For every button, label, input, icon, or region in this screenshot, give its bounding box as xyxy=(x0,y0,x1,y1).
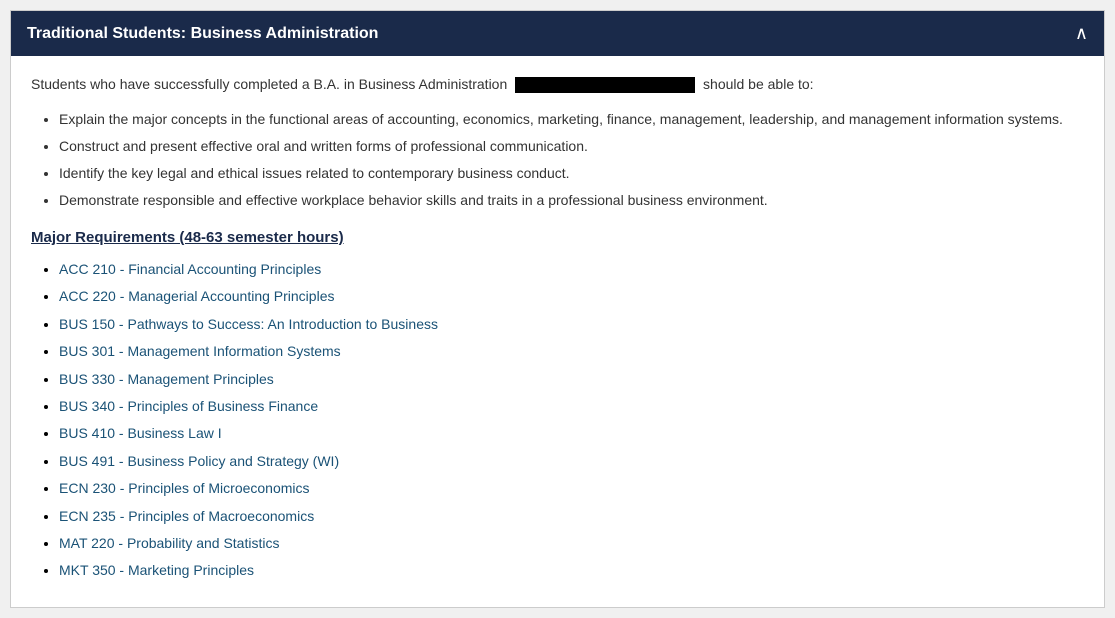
redacted-block xyxy=(515,77,695,93)
panel-body: Students who have successfully completed… xyxy=(11,56,1104,607)
outcomes-list: Explain the major concepts in the functi… xyxy=(31,109,1084,211)
list-item: ECN 230 - Principles of Microeconomics xyxy=(59,477,1084,499)
course-link[interactable]: BUS 410 - Business Law I xyxy=(59,425,222,441)
major-requirements-heading: Major Requirements (48-63 semester hours… xyxy=(31,229,1084,246)
panel-title: Traditional Students: Business Administr… xyxy=(27,25,378,43)
intro-text-before: Students who have successfully completed… xyxy=(31,76,507,92)
chevron-up-icon[interactable]: ∧ xyxy=(1075,23,1088,44)
course-link[interactable]: ACC 220 - Managerial Accounting Principl… xyxy=(59,288,334,304)
course-list: ACC 210 - Financial Accounting Principle… xyxy=(31,258,1084,582)
list-item: MKT 350 - Marketing Principles xyxy=(59,559,1084,581)
outcome-item: Identify the key legal and ethical issue… xyxy=(59,163,1084,184)
list-item: ACC 220 - Managerial Accounting Principl… xyxy=(59,285,1084,307)
outcome-item: Explain the major concepts in the functi… xyxy=(59,109,1084,130)
list-item: BUS 410 - Business Law I xyxy=(59,422,1084,444)
list-item: ECN 235 - Principles of Macroeconomics xyxy=(59,505,1084,527)
course-link[interactable]: BUS 330 - Management Principles xyxy=(59,371,274,387)
course-link[interactable]: ACC 210 - Financial Accounting Principle… xyxy=(59,261,321,277)
list-item: ACC 210 - Financial Accounting Principle… xyxy=(59,258,1084,280)
panel-header[interactable]: Traditional Students: Business Administr… xyxy=(11,11,1104,56)
accordion-panel: Traditional Students: Business Administr… xyxy=(10,10,1105,608)
course-link[interactable]: MAT 220 - Probability and Statistics xyxy=(59,535,279,551)
intro-text-after: should be able to: xyxy=(703,76,814,92)
list-item: BUS 330 - Management Principles xyxy=(59,368,1084,390)
list-item: BUS 340 - Principles of Business Finance xyxy=(59,395,1084,417)
course-link[interactable]: MKT 350 - Marketing Principles xyxy=(59,562,254,578)
course-link[interactable]: ECN 230 - Principles of Microeconomics xyxy=(59,480,310,496)
list-item: BUS 491 - Business Policy and Strategy (… xyxy=(59,450,1084,472)
course-link[interactable]: BUS 340 - Principles of Business Finance xyxy=(59,398,318,414)
list-item: BUS 150 - Pathways to Success: An Introd… xyxy=(59,313,1084,335)
course-link[interactable]: BUS 491 - Business Policy and Strategy (… xyxy=(59,453,339,469)
course-link[interactable]: BUS 301 - Management Information Systems xyxy=(59,343,341,359)
list-item: MAT 220 - Probability and Statistics xyxy=(59,532,1084,554)
course-link[interactable]: ECN 235 - Principles of Macroeconomics xyxy=(59,508,314,524)
course-link[interactable]: BUS 150 - Pathways to Success: An Introd… xyxy=(59,316,438,332)
outcome-item: Demonstrate responsible and effective wo… xyxy=(59,190,1084,211)
list-item: BUS 301 - Management Information Systems xyxy=(59,340,1084,362)
outcome-item: Construct and present effective oral and… xyxy=(59,136,1084,157)
intro-paragraph: Students who have successfully completed… xyxy=(31,74,1084,95)
